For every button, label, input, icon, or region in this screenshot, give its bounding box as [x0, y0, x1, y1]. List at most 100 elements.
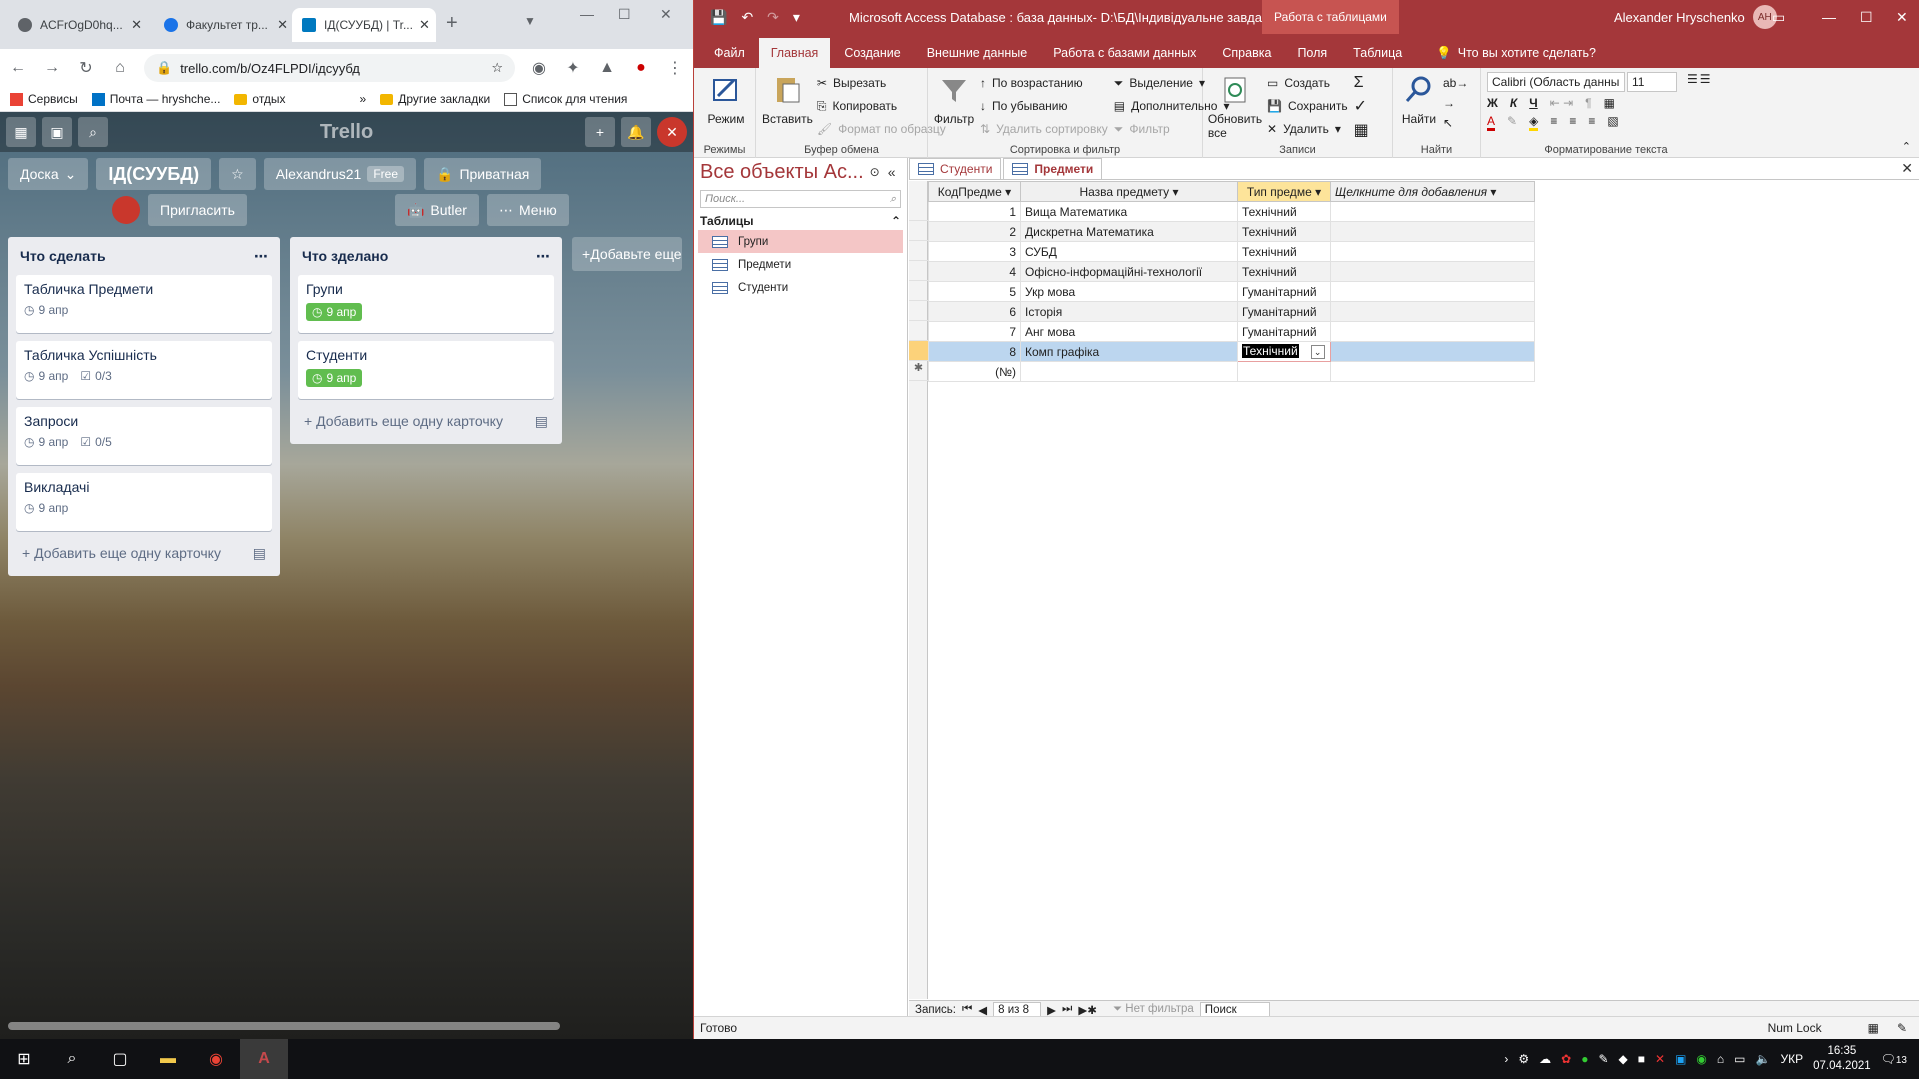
browser-tab[interactable]: ACFrOgD0hq... ✕ — [8, 8, 152, 42]
tab-external-data[interactable]: Внешние данные — [915, 38, 1040, 68]
tray-overflow-icon[interactable]: › — [1504, 1052, 1508, 1066]
account-icon[interactable]: ▲ — [597, 59, 617, 77]
font-size-select[interactable]: 11 — [1627, 72, 1677, 92]
battery-icon[interactable]: ▭ — [1734, 1052, 1745, 1066]
tray-app-icon[interactable]: ■ — [1638, 1052, 1645, 1066]
delete-record-button[interactable]: ✕ Удалить ▾ — [1267, 118, 1348, 140]
board-menu-button[interactable]: Доска ⌄ — [8, 158, 89, 190]
tab-search-icon[interactable]: ▼ — [524, 14, 536, 28]
clock[interactable]: 16:35 07.04.2021 — [1813, 1044, 1871, 1074]
align-right-icon[interactable]: ≡ — [1588, 114, 1595, 131]
language-indicator[interactable]: УКР — [1780, 1052, 1803, 1066]
undo-icon[interactable]: ↶ — [741, 9, 753, 26]
bold-button[interactable]: Ж — [1487, 96, 1498, 110]
design-view-icon[interactable]: ✎ — [1897, 1021, 1907, 1035]
tab-fields[interactable]: Поля — [1285, 38, 1339, 68]
bookmark-star-icon[interactable]: ☆ — [491, 60, 503, 76]
sort-ascending-button[interactable]: ↑ По возрастанию — [980, 72, 1108, 94]
nav-group-tables[interactable]: Таблицы ⌃ — [700, 214, 901, 228]
doc-tab-students[interactable]: Студенти — [909, 158, 1002, 179]
table-row[interactable]: 6 Історія Гуманітарний — [928, 301, 1535, 322]
bookmark-folder[interactable]: Другие закладки — [380, 92, 490, 106]
customize-icon[interactable]: ▾ — [793, 9, 800, 26]
tell-me-box[interactable]: 💡 Что вы хотите сделать? — [1424, 38, 1608, 68]
nav-search-input[interactable]: Поиск... ⌕ — [700, 190, 901, 208]
new-record-marker[interactable]: ✱ — [909, 361, 928, 381]
bullets-icon[interactable]: ☰ — [1687, 72, 1698, 92]
record-selector[interactable] — [909, 201, 928, 221]
cut-button[interactable]: ✂ Вырезать — [817, 72, 946, 94]
table-row[interactable]: 7 Анг мова Гуманітарний — [928, 321, 1535, 342]
table-row[interactable]: 5 Укр мова Гуманітарний — [928, 281, 1535, 302]
tab-home[interactable]: Главная — [758, 38, 831, 68]
nav-item-students[interactable]: Студенти — [698, 276, 903, 299]
create-icon[interactable]: + — [585, 117, 615, 147]
profile-avatar[interactable]: ● — [631, 59, 651, 77]
notifications-icon[interactable]: 🗨13 — [1881, 1052, 1907, 1066]
list-menu-icon[interactable]: ⋯ — [536, 248, 550, 265]
nav-dropdown-icon[interactable]: ⊙ — [870, 165, 880, 179]
record-selector[interactable] — [909, 281, 928, 301]
menu-icon[interactable]: ⋮ — [665, 58, 685, 78]
tray-app-icon[interactable]: ◉ — [1696, 1052, 1706, 1066]
browser-tab-active[interactable]: ІД(СУУБД) | Tr... ✕ — [292, 8, 436, 42]
tray-app-icon[interactable]: ☁ — [1539, 1052, 1551, 1066]
nav-pane-header[interactable]: Все объекты Ac... ⊙ « — [694, 158, 907, 186]
add-list-button[interactable]: + Добавьте еще — [572, 237, 682, 271]
record-selector[interactable] — [909, 261, 928, 281]
indent-icon[interactable]: ⇤ ⇥ — [1550, 96, 1573, 110]
volume-icon[interactable]: 🔈 — [1756, 1052, 1771, 1066]
close-icon[interactable]: ✕ — [125, 17, 142, 33]
add-card-button[interactable]: + Добавить еще одну карточку ▤ — [16, 539, 272, 568]
copy-button[interactable]: ⎘ Копировать — [817, 95, 946, 117]
access-app-icon[interactable]: A — [240, 1039, 288, 1079]
table-row-current[interactable]: 8 Комп графіка Технічний ⌄ — [928, 341, 1535, 362]
boards-icon[interactable]: ▣ — [42, 117, 72, 147]
bell-icon[interactable]: 🔔 — [621, 117, 651, 147]
table-row[interactable]: 2 Дискретна Математика Технічний — [928, 221, 1535, 242]
column-header-name[interactable]: Назва предмету ▾ — [1020, 181, 1238, 202]
new-record-button[interactable]: ▭ Создать — [1267, 72, 1348, 94]
doc-tab-subjects[interactable]: Предмети — [1003, 158, 1103, 179]
puzzle-icon[interactable]: ✦ — [563, 58, 583, 78]
fill-color-icon[interactable]: ◈ — [1529, 114, 1539, 131]
underline-button[interactable]: Ч — [1529, 96, 1537, 110]
windows-start-icon[interactable]: ⊞ — [0, 1039, 48, 1079]
save-record-button[interactable]: 💾 Сохранить — [1267, 95, 1348, 117]
record-selector[interactable] — [909, 221, 928, 241]
nav-item-groups[interactable]: Групи — [698, 230, 903, 253]
forward-icon[interactable]: → — [42, 59, 62, 77]
alternate-row-color-icon[interactable]: ▧ — [1607, 114, 1618, 131]
chrome-icon[interactable]: ◉ — [192, 1039, 240, 1079]
new-record-icon[interactable]: ▶✱ — [1078, 1003, 1096, 1017]
task-view-icon[interactable]: ▢ — [96, 1039, 144, 1079]
home-icon[interactable]: ⌂ — [110, 59, 130, 77]
column-header-id[interactable]: КодПредме ▾ — [928, 181, 1021, 202]
tab-create[interactable]: Создание — [832, 38, 912, 68]
datasheet-view-icon[interactable]: ▦ — [1868, 1021, 1879, 1035]
last-record-icon[interactable]: ⏭ — [1062, 1003, 1072, 1016]
nav-item-subjects[interactable]: Предмети — [698, 253, 903, 276]
view-button[interactable]: Режим — [700, 74, 752, 126]
align-left-icon[interactable]: ≡ — [1550, 114, 1557, 131]
tray-app-icon[interactable]: ● — [1581, 1052, 1588, 1066]
chevron-up-icon[interactable]: ⌃ — [891, 214, 901, 228]
record-selector[interactable] — [909, 241, 928, 261]
more-icon[interactable]: ▦ — [1354, 120, 1369, 140]
totals-icon[interactable]: Σ — [1354, 74, 1369, 92]
redo-icon[interactable]: ↷ — [767, 9, 779, 26]
tab-file[interactable]: Файл — [702, 38, 757, 68]
format-painter-button[interactable]: 🖌 Формат по образцу — [817, 118, 946, 140]
network-icon[interactable]: ⌂ — [1717, 1052, 1724, 1066]
tab-table[interactable]: Таблица — [1341, 38, 1414, 68]
type-combobox[interactable]: Технічний ⌄ — [1237, 341, 1331, 362]
reading-list[interactable]: Список для чтения — [504, 92, 627, 106]
star-icon[interactable]: ☆ — [219, 158, 256, 190]
table-row[interactable]: 3 СУБД Технічний — [928, 241, 1535, 262]
invite-button[interactable]: Пригласить — [148, 194, 247, 226]
visibility-button[interactable]: 🔒 Приватная — [424, 158, 542, 190]
record-selector[interactable] — [909, 301, 928, 321]
bookmark-item[interactable]: Сервисы — [10, 92, 78, 106]
menu-button[interactable]: ⋯ Меню — [486, 194, 569, 226]
card[interactable]: Групи ◷ 9 апр — [298, 275, 554, 333]
